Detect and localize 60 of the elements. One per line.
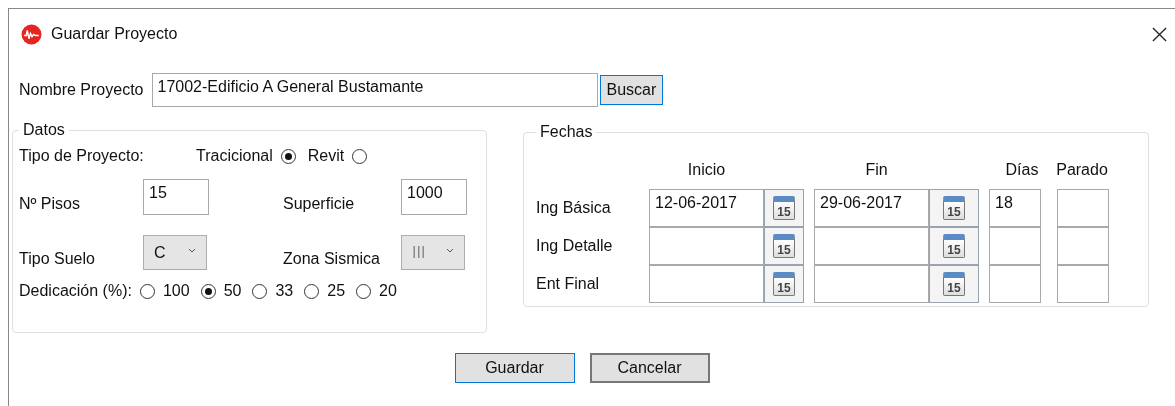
date-field[interactable]: [649, 227, 764, 265]
radio-label: 20: [379, 282, 397, 300]
calendar-button[interactable]: 15: [929, 189, 979, 227]
date-field[interactable]: 12-06-2017: [649, 189, 764, 227]
radio-button[interactable]: [280, 148, 296, 164]
row-label: Ent Final: [536, 275, 601, 293]
close-icon[interactable]: [1152, 26, 1167, 42]
group-title: Datos: [22, 121, 66, 139]
project-name-label: Nombre Proyecto: [19, 81, 144, 99]
column-header: Fin: [864, 161, 889, 179]
window-title: Guardar Proyecto: [51, 25, 178, 43]
calendar-button[interactable]: 15: [764, 189, 804, 227]
row-label: Ing Básica: [536, 199, 612, 217]
column-header: Parado: [1055, 161, 1109, 179]
radio-button[interactable]: [304, 283, 320, 299]
radio-button[interactable]: [139, 283, 155, 299]
days-field[interactable]: 18: [989, 189, 1041, 227]
stopped-field[interactable]: [1057, 265, 1109, 303]
days-field[interactable]: [989, 265, 1041, 303]
row-label: Ing Detalle: [536, 237, 614, 255]
stopped-field[interactable]: [1057, 189, 1109, 227]
date-field[interactable]: [814, 265, 929, 303]
app-logo-icon: [21, 23, 42, 45]
date-field[interactable]: [649, 265, 764, 303]
radio-label: 33: [275, 282, 294, 300]
soil-type-label: Tipo Suelo: [19, 250, 96, 269]
calendar-button[interactable]: 15: [764, 265, 804, 303]
stopped-field[interactable]: [1057, 227, 1109, 265]
search-button[interactable]: Buscar: [599, 75, 664, 105]
floors-label: Nº Pisos: [19, 195, 81, 214]
column-header: Inicio: [686, 161, 727, 179]
days-field[interactable]: [989, 227, 1041, 265]
radio-button[interactable]: [352, 148, 368, 164]
column-header: Días: [1004, 161, 1040, 179]
dedication-label: Dedicación (%):: [19, 282, 132, 300]
radio-button[interactable]: [252, 283, 268, 299]
radio-button[interactable]: [200, 283, 216, 299]
chevron-down-icon: [446, 248, 454, 253]
group-title: Fechas: [539, 123, 594, 141]
calendar-button[interactable]: 15: [764, 227, 804, 265]
area-label: Superficie: [283, 195, 356, 214]
project-type-label: Tipo de Proyecto:: [19, 147, 145, 165]
date-field[interactable]: [814, 227, 929, 265]
cancel-button[interactable]: Cancelar: [589, 353, 710, 383]
project-name-field[interactable]: 17002-Edificio A General Bustamante: [151, 73, 598, 107]
radio-label: 50: [223, 282, 242, 300]
soil-type-dropdown[interactable]: C: [143, 235, 207, 270]
area-field[interactable]: 1000: [401, 179, 467, 215]
radio-label: 100: [162, 282, 190, 300]
date-field[interactable]: 29-06-2017: [814, 189, 929, 227]
radio-label: Revit: [307, 147, 345, 165]
radio-button[interactable]: [356, 283, 372, 299]
seismic-zone-label: Zona Sismica: [283, 250, 381, 269]
calendar-button[interactable]: 15: [929, 265, 979, 303]
chevron-down-icon: [188, 248, 196, 253]
radio-label: 25: [327, 282, 346, 300]
radio-label: Tracicional: [196, 147, 273, 165]
floors-field[interactable]: 15: [143, 179, 209, 215]
calendar-button[interactable]: 15: [929, 227, 979, 265]
save-button[interactable]: Guardar: [454, 353, 575, 383]
